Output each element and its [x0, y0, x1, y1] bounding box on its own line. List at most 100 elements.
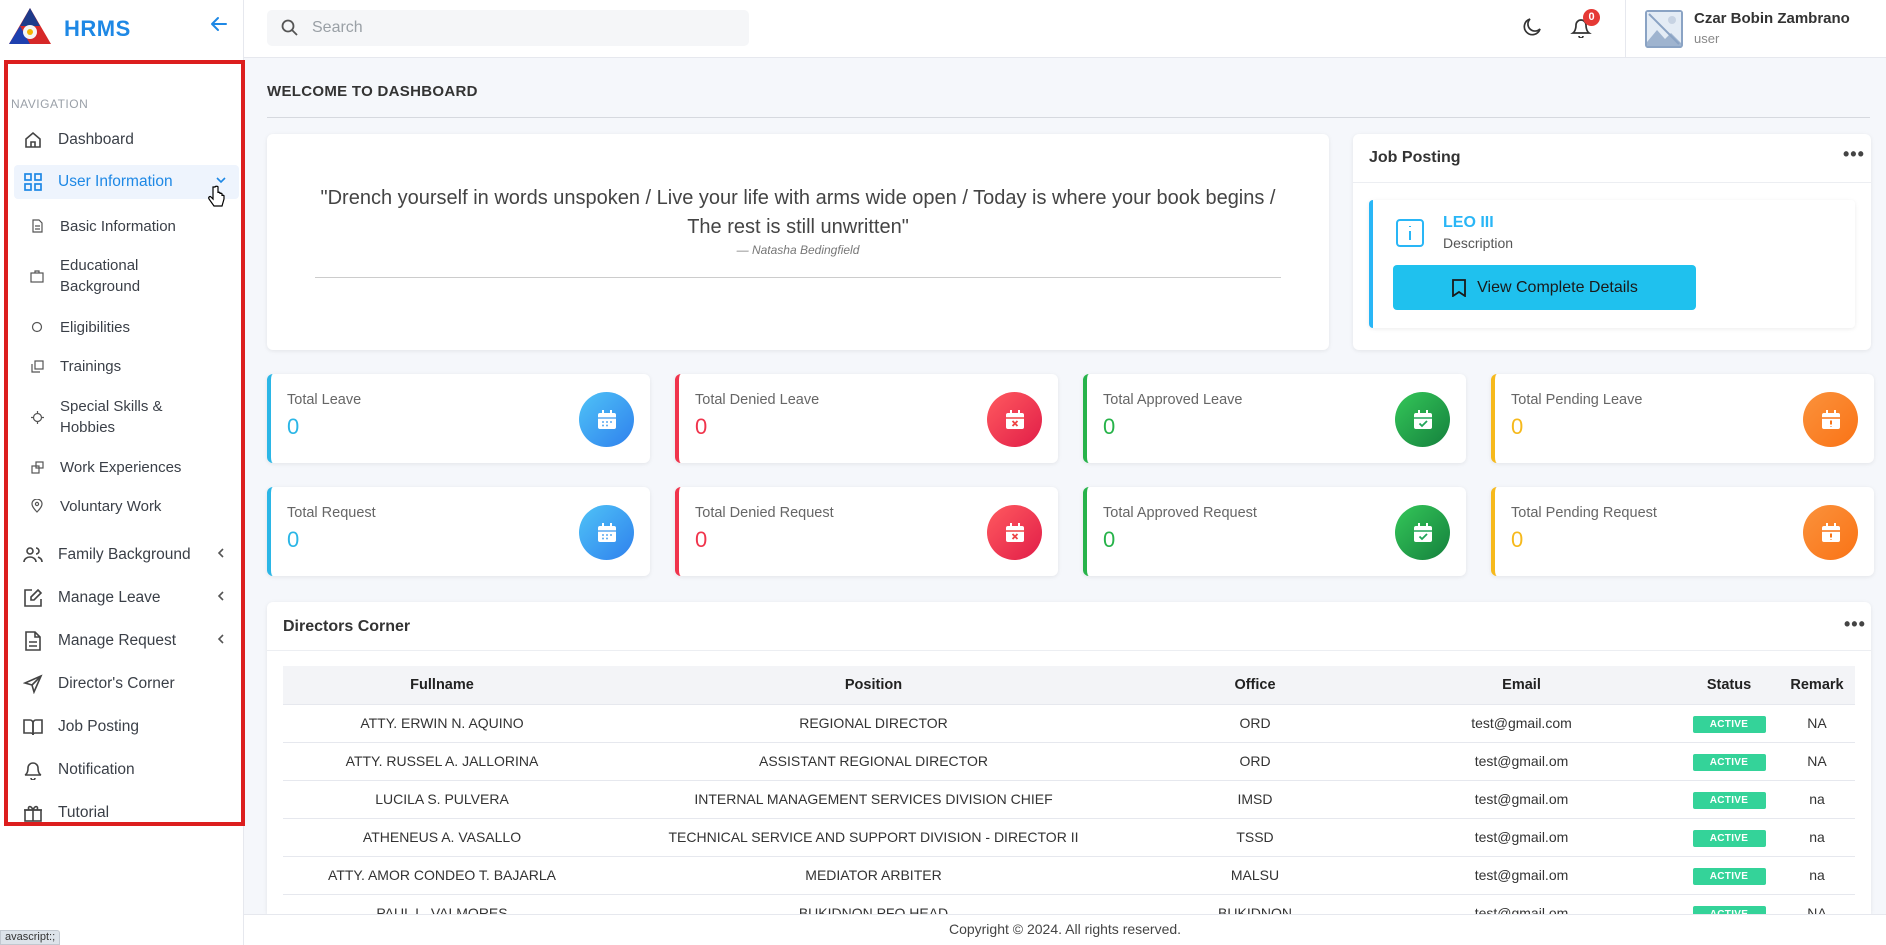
column-header[interactable]: Office [1146, 666, 1364, 704]
table-row[interactable]: ATHENEUS A. VASALLO TECHNICAL SERVICE AND… [283, 817, 1855, 856]
sidebar-item-label: Job Posting [58, 718, 139, 735]
table-row[interactable]: ATTY. RUSSEL A. JALLORINA ASSISTANT REGIO… [283, 741, 1855, 780]
table-cell: ACTIVE [1679, 855, 1779, 894]
sidebar-item-tutorial[interactable]: Tutorial [14, 796, 239, 822]
more-options-icon[interactable]: ••• [1844, 614, 1866, 635]
table-cell: ORD [1146, 703, 1364, 742]
table-cell: TSSD [1146, 817, 1364, 856]
sidebar-item-notification[interactable]: Notification [14, 753, 239, 787]
stat-label: Total Denied Request [695, 505, 834, 521]
table-cell: LUCILA S. PULVERA [283, 779, 601, 818]
user-name: Czar Bobin Zambrano [1694, 10, 1850, 27]
chevron-left-icon [215, 632, 227, 650]
table-cell: na [1779, 817, 1855, 856]
status-badge: ACTIVE [1692, 715, 1766, 733]
table-row[interactable]: ATTY. ERWIN N. AQUINO REGIONAL DIRECTOR OR… [283, 703, 1855, 742]
brand[interactable]: HRMS [7, 6, 237, 50]
table-cell: ATTY. AMOR CONDEO T. BAJARLA [283, 855, 601, 894]
table-row[interactable]: ATTY. AMOR CONDEO T. BAJARLA MEDIATOR ARB… [283, 855, 1855, 894]
table-cell: NA [1779, 741, 1855, 780]
status-badge: ACTIVE [1692, 753, 1766, 771]
table-row[interactable]: PAUL L. VALMORES BUKIDNON PFO HEAD BUKIDNO… [283, 893, 1855, 914]
divider [315, 277, 1281, 278]
table-cell: ATTY. RUSSEL A. JALLORINA [283, 741, 601, 780]
gift-icon [22, 802, 44, 822]
sidebar-item-user-information[interactable]: User Information [14, 165, 239, 199]
brand-name: HRMS [64, 16, 131, 41]
divider [267, 117, 1870, 118]
home-icon [22, 129, 44, 151]
sidebar-item-dashboard[interactable]: Dashboard [14, 123, 239, 157]
bookmark-icon [1452, 278, 1467, 297]
sidebar-item-directors-corner[interactable]: Director's Corner [14, 667, 239, 701]
job-name[interactable]: LEO III [1443, 214, 1494, 232]
user-profile-menu[interactable]: Czar Bobin Zambrano user [1625, 0, 1886, 58]
search-box[interactable] [267, 10, 749, 46]
column-header[interactable]: Email [1364, 666, 1679, 704]
divider [267, 650, 1871, 651]
chevron-left-icon [215, 589, 227, 607]
sidebar-item-manage-request[interactable]: Manage Request [14, 624, 239, 658]
view-complete-details-button[interactable]: View Complete Details [1393, 265, 1696, 310]
dark-mode-moon-icon[interactable] [1521, 16, 1543, 43]
briefcase-icon [30, 269, 44, 283]
job-posting-card: Job Posting ••• LEO III Description View… [1353, 134, 1871, 350]
sidebar-item-job-posting[interactable]: Job Posting [14, 710, 239, 744]
sidebar-item-label: Director's Corner [58, 675, 175, 692]
sidebar-item-educational-background[interactable]: Educational Background [14, 253, 239, 299]
sidebar-item-label: Dashboard [58, 131, 134, 148]
table-cell: ATTY. ERWIN N. AQUINO [283, 703, 601, 742]
sidebar-item-eligibilities[interactable]: Eligibilities [14, 315, 239, 339]
copy-icon [30, 359, 44, 373]
sidebar-item-family-background[interactable]: Family Background [14, 538, 239, 572]
sidebar-item-work-experiences[interactable]: Work Experiences [14, 455, 239, 479]
table-cell: ACTIVE [1679, 741, 1779, 780]
table-row[interactable]: LUCILA S. PULVERA INTERNAL MANAGEMENT SER… [283, 779, 1855, 818]
bell-icon [22, 759, 44, 781]
table-cell: ACTIVE [1679, 779, 1779, 818]
table-cell: ACTIVE [1679, 893, 1779, 914]
column-header[interactable]: Position [601, 666, 1146, 704]
sidebar-item-basic-information[interactable]: Basic Information [14, 214, 239, 238]
status-badge: ACTIVE [1692, 791, 1766, 809]
table-cell: MALSU [1146, 855, 1364, 894]
table-cell: test@gmail.om [1364, 893, 1679, 914]
mouse-cursor-hand-icon [208, 185, 225, 207]
status-badge: ACTIVE [1692, 829, 1766, 847]
sidebar-item-label: User Information [58, 173, 173, 190]
stat-card: Total Leave 0 [267, 374, 650, 463]
directors-table: Fullname Position Office Email Status Remark … [283, 666, 1855, 914]
table-cell: na [1779, 855, 1855, 894]
column-header[interactable]: Remark [1779, 666, 1855, 704]
stat-value: 0 [287, 414, 300, 439]
button-label: View Complete Details [1477, 278, 1638, 296]
stat-value: 0 [1103, 414, 1116, 439]
table-cell: ORD [1146, 741, 1364, 780]
stat-label: Total Request [287, 505, 376, 521]
more-options-icon[interactable]: ••• [1843, 144, 1865, 165]
table-cell: BUKIDNON PFO HEAD [601, 893, 1146, 914]
search-input[interactable] [312, 10, 732, 46]
directors-table-wrapper: Fullname Position Office Email Status Remark … [283, 666, 1855, 914]
sidebar-item-special-skills[interactable]: Special Skills & Hobbies [14, 394, 239, 440]
collapse-sidebar-arrow-icon[interactable] [205, 14, 233, 42]
edit-square-icon [22, 587, 44, 609]
sidebar-item-manage-leave[interactable]: Manage Leave [14, 581, 239, 615]
table-cell: test@gmail.com [1364, 703, 1679, 742]
job-item: LEO III Description View Complete Detail… [1369, 200, 1855, 328]
stat-label: Total Pending Request [1511, 505, 1657, 521]
circle-icon [30, 320, 44, 334]
notification-count-badge: 0 [1583, 9, 1600, 26]
status-badge: ACTIVE [1692, 867, 1766, 885]
sidebar-item-voluntary-work[interactable]: Voluntary Work [14, 494, 239, 518]
stat-card: Total Approved Request 0 [1083, 487, 1466, 576]
info-icon [1395, 218, 1425, 253]
directors-corner-card: Directors Corner ••• Fullname Position Off… [267, 602, 1871, 914]
sidebar-item-trainings[interactable]: Trainings [14, 354, 239, 378]
search-icon [281, 19, 298, 41]
sidebar-item-label: Educational Background [60, 257, 141, 295]
book-open-icon [22, 716, 44, 738]
column-header[interactable]: Status [1679, 666, 1779, 704]
stat-value: 0 [1103, 527, 1116, 552]
column-header[interactable]: Fullname [283, 666, 601, 704]
